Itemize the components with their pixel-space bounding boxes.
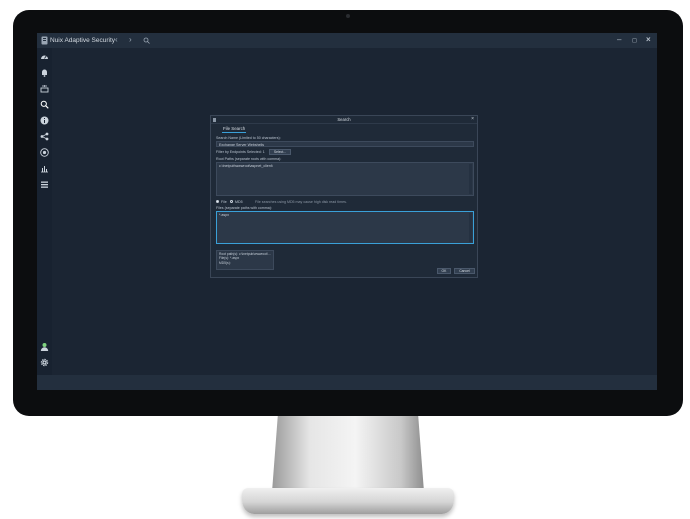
app-logo-icon: [41, 36, 48, 45]
radio-md5-label: MD5: [235, 199, 243, 204]
chart-icon[interactable]: [40, 164, 49, 173]
search-name-label: Search Name (Limited to 50 characters):: [216, 136, 281, 140]
camera-icon: [346, 14, 350, 18]
minimize-icon[interactable]: –: [617, 35, 621, 44]
target-icon[interactable]: [40, 148, 49, 157]
search-summary: Root path(s): c:\inetpub\wwwroot\... Fil…: [216, 250, 274, 270]
radio-file-label: File: [221, 199, 227, 204]
dialog-close-icon[interactable]: ×: [471, 116, 474, 122]
share-icon[interactable]: [40, 132, 49, 141]
back-icon[interactable]: ‹: [115, 35, 118, 44]
status-bar: [37, 375, 657, 390]
gear-icon[interactable]: [40, 358, 49, 367]
tab-file-search[interactable]: File Search: [223, 126, 245, 131]
cancel-button[interactable]: Cancel: [454, 268, 475, 274]
tab-underline: [222, 131, 246, 133]
dashboard-icon[interactable]: [40, 52, 49, 61]
user-icon[interactable]: [40, 342, 49, 351]
restore-icon[interactable]: ◻: [632, 37, 637, 44]
md5-warning-text: File searches using MD5 may cause high d…: [255, 199, 347, 204]
info-icon[interactable]: [40, 116, 49, 125]
root-paths-textarea[interactable]: c:\inetpub\wwwroot\aspnet_client\: [216, 162, 474, 196]
search-dialog: Search × File Search Search Name (Limite…: [210, 115, 478, 278]
summary-hash: MD5(s):: [219, 260, 231, 265]
root-paths-value: c:\inetpub\wwwroot\aspnet_client\: [219, 164, 273, 168]
root-paths-scrollbar[interactable]: [469, 164, 472, 194]
monitor-stand: [272, 412, 424, 492]
search-icon[interactable]: [143, 37, 150, 44]
files-label: Files (separate paths with comma):: [216, 206, 272, 210]
dialog-title: Search: [337, 117, 351, 122]
forward-icon[interactable]: ›: [129, 35, 132, 44]
filter-endpoints-label: Filter by Endpoints Selected: 1: [216, 150, 265, 154]
radio-md5[interactable]: [230, 200, 233, 203]
close-icon[interactable]: ×: [646, 35, 651, 44]
files-textarea[interactable]: *.aspx: [216, 211, 474, 244]
bell-icon[interactable]: [40, 68, 49, 77]
title-bar: Nuix Adaptive Security ‹ › – ◻ ×: [37, 33, 657, 48]
select-endpoints-button[interactable]: Select...: [269, 149, 291, 155]
search-nav-icon[interactable]: [40, 100, 49, 109]
inbox-icon[interactable]: [40, 84, 49, 93]
root-paths-label: Root Paths (separate roots with comma):: [216, 157, 282, 161]
app-title: Nuix Adaptive Security: [50, 37, 116, 44]
radio-file[interactable]: [216, 200, 219, 203]
list-icon[interactable]: [40, 180, 49, 189]
sidebar: [37, 48, 52, 375]
dialog-header: Search ×: [211, 116, 477, 124]
screen: Nuix Adaptive Security ‹ › – ◻ × Search …: [37, 33, 657, 390]
search-name-input[interactable]: Exchange Server Webshells: [216, 141, 474, 147]
monitor-base: [242, 488, 454, 514]
files-value: *.aspx: [219, 213, 229, 217]
ok-button[interactable]: OK: [437, 268, 451, 274]
files-scrollbar[interactable]: [469, 213, 472, 242]
